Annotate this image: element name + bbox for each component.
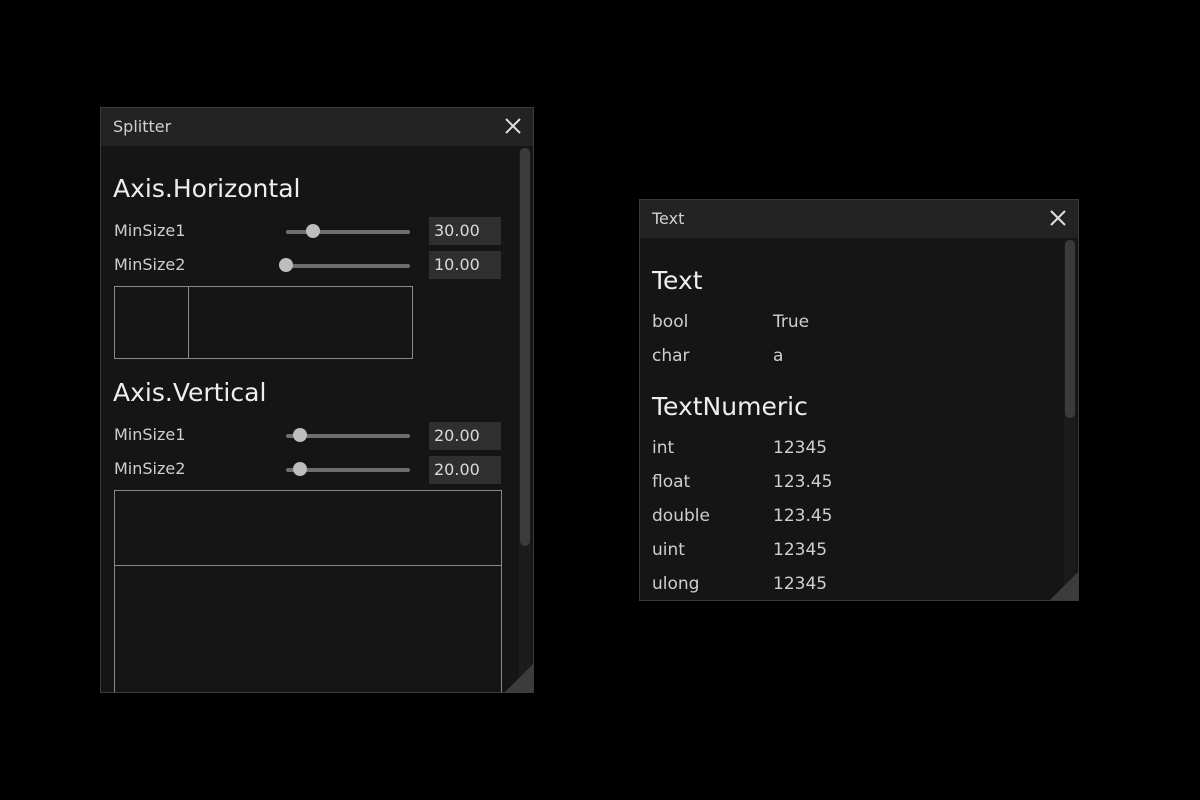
row-value: True (773, 312, 810, 332)
slider-track (286, 230, 410, 234)
row-key: ulong (652, 574, 700, 594)
slider-knob[interactable] (292, 428, 307, 442)
splitter-window: Splitter Axis.Horizontal MinSize1 30.00 … (100, 107, 534, 693)
slider-knob[interactable] (306, 224, 321, 238)
row-key: char (652, 346, 690, 366)
row-key: bool (652, 312, 689, 332)
resize-grip-icon[interactable] (505, 664, 533, 692)
min-size2-label: MinSize2 (114, 459, 186, 478)
text-titlebar[interactable]: Text (640, 200, 1078, 238)
min-size1-label: MinSize1 (114, 425, 186, 444)
close-icon[interactable] (1048, 208, 1068, 228)
min-size1-slider[interactable] (286, 428, 410, 444)
row-key: int (652, 438, 675, 458)
text-window: Text Text bool True char a TextNumeric i… (639, 199, 1079, 601)
section-heading-vertical: Axis.Vertical (113, 378, 267, 407)
min-size1-slider[interactable] (286, 224, 410, 240)
row-value: 123.45 (773, 472, 833, 492)
min-size1-value[interactable]: 30.00 (429, 217, 501, 245)
vertical-splitter-preview (114, 490, 502, 692)
row-key: float (652, 472, 691, 492)
window-title: Text (652, 209, 685, 228)
splitter-handle[interactable] (188, 287, 189, 358)
close-icon[interactable] (503, 116, 523, 136)
splitter-titlebar[interactable]: Splitter (101, 108, 533, 146)
min-size2-value[interactable]: 10.00 (429, 251, 501, 279)
scrollbar-thumb[interactable] (1065, 240, 1075, 418)
row-value: 12345 (773, 540, 828, 560)
min-size1-value[interactable]: 20.00 (429, 422, 501, 450)
window-title: Splitter (113, 117, 172, 136)
slider-knob[interactable] (292, 462, 307, 476)
section-heading-text: Text (652, 266, 703, 295)
scrollbar[interactable] (1064, 240, 1076, 600)
min-size2-slider[interactable] (279, 258, 410, 274)
row-key: double (652, 506, 710, 526)
slider-knob[interactable] (279, 258, 293, 272)
min-size2-value[interactable]: 20.00 (429, 456, 501, 484)
row-key: uint (652, 540, 685, 560)
slider-track (286, 264, 410, 268)
min-size2-slider[interactable] (286, 462, 410, 478)
row-value: 123.45 (773, 506, 833, 526)
min-size1-label: MinSize1 (114, 221, 186, 240)
resize-grip-icon[interactable] (1050, 572, 1078, 600)
min-size2-label: MinSize2 (114, 255, 186, 274)
splitter-handle[interactable] (115, 565, 501, 566)
scrollbar[interactable] (519, 148, 531, 692)
horizontal-splitter-preview (114, 286, 413, 359)
row-value: a (773, 346, 784, 366)
scrollbar-thumb[interactable] (520, 148, 530, 546)
section-heading-textnumeric: TextNumeric (652, 392, 808, 421)
row-value: 12345 (773, 574, 828, 594)
section-heading-horizontal: Axis.Horizontal (113, 174, 301, 203)
row-value: 12345 (773, 438, 828, 458)
